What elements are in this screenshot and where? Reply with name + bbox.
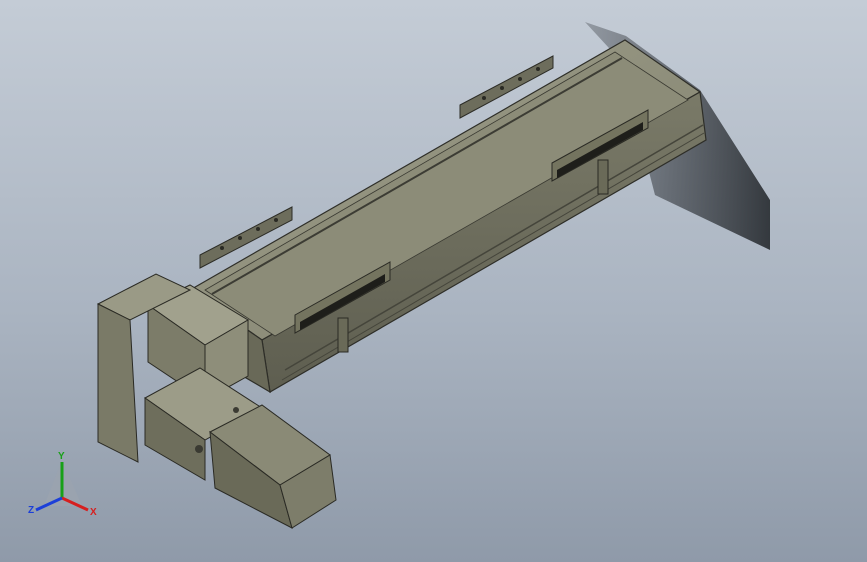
linear-rail-body	[188, 39, 707, 394]
orientation-triad: Y X Z	[24, 448, 104, 524]
servo-motor	[144, 367, 337, 529]
actuator-model[interactable]	[0, 0, 867, 562]
y-axis-label: Y	[58, 451, 65, 462]
cad-graphics-viewport[interactable]: Y X Z	[0, 0, 867, 562]
z-axis-label: Z	[28, 505, 35, 516]
x-axis-label: X	[90, 507, 97, 518]
